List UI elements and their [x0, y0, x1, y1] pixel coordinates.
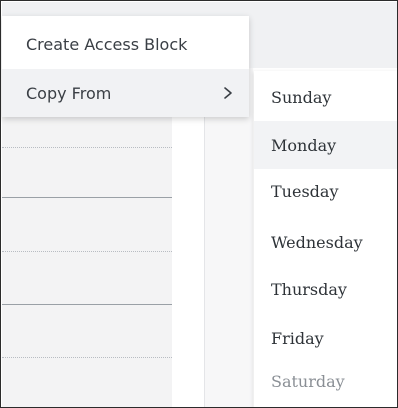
submenu-item-label: Friday [271, 328, 324, 348]
background-row-divider [2, 304, 172, 305]
chevron-right-icon [221, 83, 235, 103]
submenu-item-label: Sunday [271, 87, 332, 107]
menu-item-label: Copy From [26, 83, 112, 103]
background-row-divider [2, 147, 172, 148]
menu-item-label: Create Access Block [26, 34, 188, 54]
menu-item-create-access-block[interactable]: Create Access Block [2, 20, 249, 68]
background-row-divider [2, 197, 172, 198]
submenu-item-tuesday[interactable]: Tuesday [254, 167, 397, 215]
submenu-item-label: Monday [271, 135, 337, 155]
submenu-item-monday[interactable]: Monday [254, 121, 397, 169]
submenu-item-sunday[interactable]: Sunday [254, 73, 397, 121]
submenu-item-thursday[interactable]: Thursday [254, 265, 397, 313]
menu-item-copy-from[interactable]: Copy From [2, 69, 249, 117]
submenu-item-label: Thursday [271, 279, 347, 299]
background-row-divider [2, 251, 172, 252]
screenshot-frame: Create Access Block Copy From Sunday Mon… [0, 0, 398, 408]
submenu-item-friday[interactable]: Friday [254, 314, 397, 362]
background-row-divider [2, 357, 172, 358]
background-column [205, 68, 253, 407]
context-menu: Create Access Block Copy From [2, 16, 249, 117]
submenu-item-saturday[interactable]: Saturday [254, 357, 397, 405]
submenu-item-label: Tuesday [271, 181, 339, 201]
submenu-item-label: Wednesday [271, 232, 363, 252]
submenu-item-label: Saturday [271, 371, 345, 391]
submenu-item-wednesday[interactable]: Wednesday [254, 218, 397, 266]
copy-from-submenu: Sunday Monday Tuesday Wednesday Thursday… [254, 71, 397, 407]
